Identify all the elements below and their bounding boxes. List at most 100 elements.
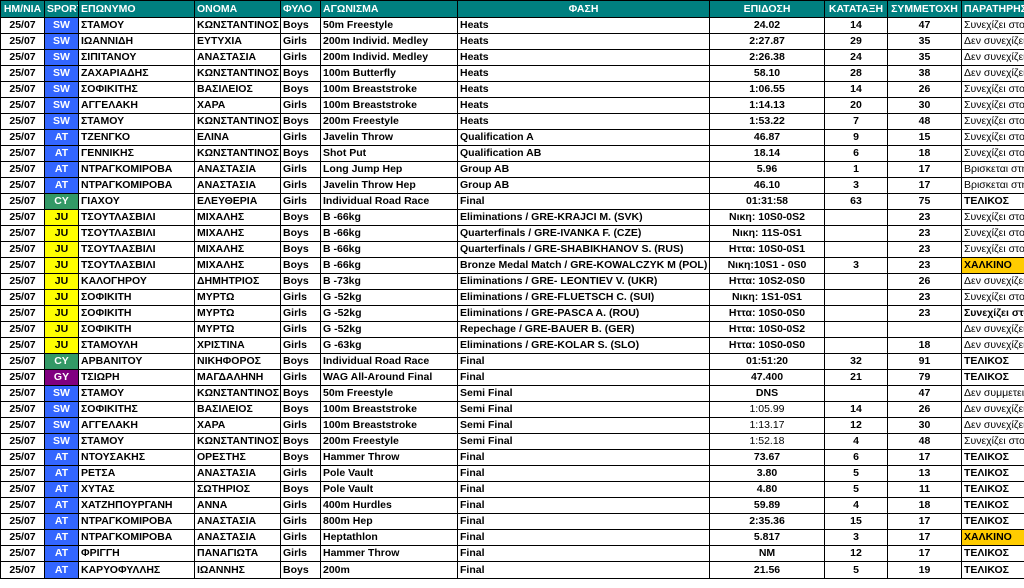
cell-sport: AT bbox=[44, 465, 79, 482]
cell-rank bbox=[824, 385, 888, 402]
cell-date: 25/07 bbox=[0, 33, 45, 50]
cell-phase: Final bbox=[457, 545, 710, 562]
cell-entries: 47 bbox=[887, 17, 962, 34]
cell-sport: JU bbox=[44, 241, 79, 258]
cell-result: 2:35.36 bbox=[709, 513, 825, 530]
table-row: 25/07 SW ΣΤΑΜΟΥ ΚΩΝΣΤΑΝΤΙΝΟΣ Boys 200m Freest… bbox=[0, 113, 1024, 130]
cell-name: ΑΝΑΣΤΑΣΙΑ bbox=[194, 529, 281, 546]
cell-rank: 1 bbox=[824, 161, 888, 178]
cell-notes: ΧΑΛΚΙΝΟ bbox=[961, 529, 1024, 546]
cell-date: 25/07 bbox=[0, 513, 45, 530]
cell-entries: 17 bbox=[887, 161, 962, 178]
cell-notes: ΤΕΛΙΚΟΣ bbox=[961, 561, 1024, 579]
cell-event: WAG All-Around Final bbox=[320, 369, 458, 386]
cell-date: 25/07 bbox=[0, 305, 45, 322]
cell-entries: 26 bbox=[887, 273, 962, 290]
cell-notes: Συνεχίζει στον Τελικο bbox=[961, 145, 1024, 162]
cell-result: Νικη: 10S0-0S2 bbox=[709, 209, 825, 226]
cell-event: Javelin Throw bbox=[320, 129, 458, 146]
cell-phase: Final bbox=[457, 513, 710, 530]
col-header-entries: ΣΥΜΜΕΤΟΧΗ bbox=[887, 0, 962, 18]
cell-name: ΜΥΡΤΩ bbox=[194, 289, 281, 306]
cell-gender: Girls bbox=[280, 529, 321, 546]
cell-date: 25/07 bbox=[0, 193, 45, 210]
cell-surname: ΑΓΓΕΛΑΚΗ bbox=[78, 97, 195, 114]
cell-date: 25/07 bbox=[0, 417, 45, 434]
table-body: 25/07 SW ΣΤΑΜΟΥ ΚΩΝΣΤΑΝΤΙΝΟΣ Boys 50m Freesty… bbox=[0, 17, 1024, 579]
cell-date: 25/07 bbox=[0, 129, 45, 146]
cell-notes: ΤΕΛΙΚΟΣ bbox=[961, 465, 1024, 482]
cell-gender: Girls bbox=[280, 33, 321, 50]
cell-surname: ΤΣΟΥΤΛΑΣΒΙΛΙ bbox=[78, 241, 195, 258]
cell-phase: Group AB bbox=[457, 177, 710, 194]
table-row: 25/07 JU ΣΟΦΙΚΙΤΗ ΜΥΡΤΩ Girls G -52kg Eliminat… bbox=[0, 289, 1024, 306]
cell-notes: ΤΕΛΙΚΟΣ bbox=[961, 353, 1024, 370]
cell-name: ΕΛΕΥΘΕΡΙΑ bbox=[194, 193, 281, 210]
cell-entries: 23 bbox=[887, 225, 962, 242]
col-header-result: ΕΠΙΔΟΣΗ bbox=[709, 0, 825, 18]
cell-sport: AT bbox=[44, 513, 79, 530]
cell-sport: SW bbox=[44, 385, 79, 402]
cell-entries: 35 bbox=[887, 49, 962, 66]
cell-entries: 23 bbox=[887, 289, 962, 306]
cell-entries: 79 bbox=[887, 369, 962, 386]
cell-date: 25/07 bbox=[0, 209, 45, 226]
cell-entries: 30 bbox=[887, 97, 962, 114]
cell-result: 73.67 bbox=[709, 449, 825, 466]
cell-notes: Συνεχίζει στον Ημιτελ bbox=[961, 97, 1024, 114]
cell-sport: AT bbox=[44, 529, 79, 546]
cell-phase: Final bbox=[457, 529, 710, 546]
cell-date: 25/07 bbox=[0, 321, 45, 338]
cell-entries: 17 bbox=[887, 449, 962, 466]
cell-date: 25/07 bbox=[0, 289, 45, 306]
cell-phase: Final bbox=[457, 193, 710, 210]
cell-sport: JU bbox=[44, 225, 79, 242]
cell-gender: Girls bbox=[280, 369, 321, 386]
cell-entries: 13 bbox=[887, 465, 962, 482]
cell-rank: 7 bbox=[824, 113, 888, 130]
cell-phase: Heats bbox=[457, 97, 710, 114]
cell-sport: JU bbox=[44, 321, 79, 338]
cell-entries: 18 bbox=[887, 337, 962, 354]
cell-notes: Συνεχίζει στον Τελικο bbox=[961, 433, 1024, 450]
cell-gender: Boys bbox=[280, 401, 321, 418]
cell-gender: Girls bbox=[280, 497, 321, 514]
col-header-sport: SPORT bbox=[44, 0, 79, 18]
cell-result: 59.89 bbox=[709, 497, 825, 514]
cell-result: Νικη:10S1 - 0S0 bbox=[709, 257, 825, 274]
cell-surname: ΣΟΦΙΚΙΤΗΣ bbox=[78, 401, 195, 418]
cell-gender: Boys bbox=[280, 353, 321, 370]
cell-rank bbox=[824, 273, 888, 290]
cell-rank: 3 bbox=[824, 257, 888, 274]
cell-event: Heptathlon bbox=[320, 529, 458, 546]
cell-rank bbox=[824, 241, 888, 258]
cell-surname: ΡΕΤΣΑ bbox=[78, 465, 195, 482]
cell-event: 200m bbox=[320, 561, 458, 579]
cell-rank: 3 bbox=[824, 529, 888, 546]
cell-name: ΟΡΕΣΤΗΣ bbox=[194, 449, 281, 466]
table-row: 25/07 JU ΤΣΟΥΤΛΑΣΒΙΛΙ ΜΙΧΑΛΗΣ Boys B -66kg Qua… bbox=[0, 241, 1024, 258]
cell-result: 24.02 bbox=[709, 17, 825, 34]
cell-result: 1:14.13 bbox=[709, 97, 825, 114]
cell-gender: Girls bbox=[280, 161, 321, 178]
cell-surname: ΧΑΤΖΗΠΟΥΡΓΑΝΗ bbox=[78, 497, 195, 514]
cell-gender: Girls bbox=[280, 193, 321, 210]
cell-date: 25/07 bbox=[0, 433, 45, 450]
cell-date: 25/07 bbox=[0, 545, 45, 562]
cell-surname: ΦΡΙΓΓΗ bbox=[78, 545, 195, 562]
cell-result: 1:52.18 bbox=[709, 433, 825, 450]
table-row: 25/07 SW ΣΤΑΜΟΥ ΚΩΝΣΤΑΝΤΙΝΟΣ Boys 200m Freest… bbox=[0, 433, 1024, 450]
cell-phase: Heats bbox=[457, 113, 710, 130]
cell-result: Ηττα: 10S2-0S0 bbox=[709, 273, 825, 290]
cell-rank: 12 bbox=[824, 417, 888, 434]
cell-result: Ηττα: 10S0-0S2 bbox=[709, 321, 825, 338]
cell-surname: ΓΕΝΝΙΚΗΣ bbox=[78, 145, 195, 162]
cell-gender: Girls bbox=[280, 513, 321, 530]
cell-notes: ΤΕΛΙΚΟΣ bbox=[961, 545, 1024, 562]
cell-gender: Boys bbox=[280, 113, 321, 130]
cell-name: ΑΝΝΑ bbox=[194, 497, 281, 514]
cell-entries: 11 bbox=[887, 481, 962, 498]
cell-gender: Girls bbox=[280, 49, 321, 66]
cell-sport: SW bbox=[44, 17, 79, 34]
cell-rank: 6 bbox=[824, 145, 888, 162]
